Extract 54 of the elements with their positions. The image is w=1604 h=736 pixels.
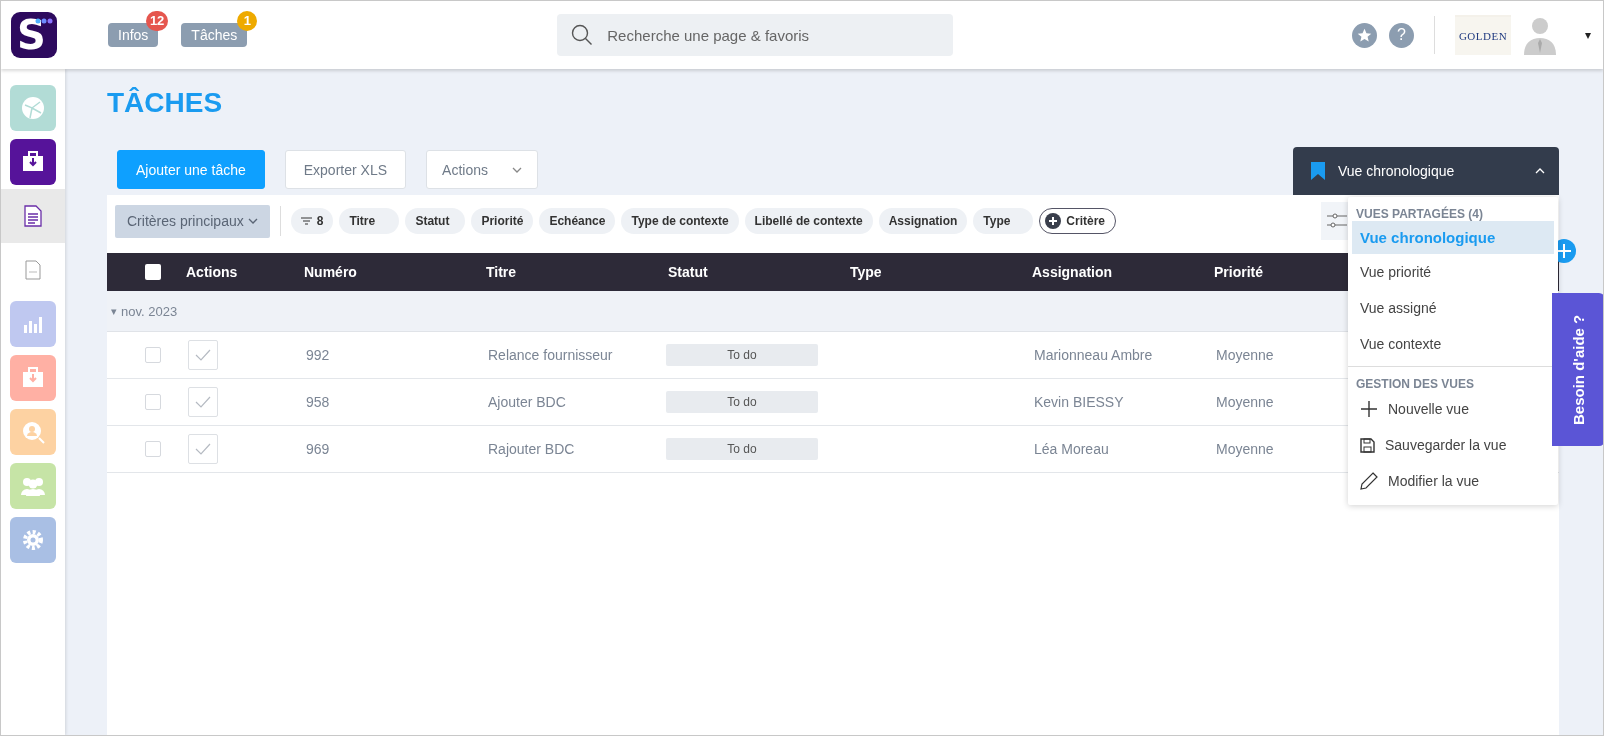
- filter-chip[interactable]: Type: [973, 208, 1034, 234]
- count-badge: 12: [145, 11, 169, 31]
- table-cell-text: 969: [305, 441, 330, 457]
- status-badge: To do: [666, 344, 818, 366]
- table-cell-text: 992: [305, 347, 330, 363]
- filter-chip[interactable]: Statut: [405, 208, 466, 234]
- help-tab[interactable]: Besoin d'aide ?: [1552, 293, 1603, 446]
- app-logo[interactable]: S: [11, 12, 57, 58]
- column-header[interactable]: Priorité: [1210, 264, 1263, 280]
- filter-count-chip[interactable]: 8: [290, 208, 334, 234]
- column-header[interactable]: Numéro: [300, 264, 357, 280]
- menu-item[interactable]: Sauvegarder la vue: [1352, 427, 1554, 463]
- menu-item[interactable]: Vue priorité: [1352, 254, 1554, 290]
- filter-chip[interactable]: Libellé de contexte: [744, 208, 873, 234]
- table-cell-text: Rajouter BDC: [487, 441, 575, 457]
- group-label: nov. 2023: [121, 303, 178, 319]
- column-header[interactable]: Type: [846, 264, 882, 280]
- page-title: TÂCHES: [107, 86, 224, 120]
- menu-caret[interactable]: ▾: [1585, 28, 1591, 42]
- view-selector[interactable]: Vue chronologique: [1293, 147, 1559, 195]
- menu-item[interactable]: Vue assigné: [1352, 290, 1554, 326]
- actions-dropdown[interactable]: Actions: [426, 150, 538, 189]
- search-input[interactable]: Recherche une page & favoris: [605, 25, 930, 45]
- table-cell-text: Moyenne: [1215, 347, 1274, 363]
- filter-chip[interactable]: Type de contexte: [621, 208, 739, 234]
- column-header[interactable]: Actions: [182, 264, 238, 280]
- menu-heading: GESTION DES VUES: [1355, 376, 1476, 391]
- status-badge: To do: [666, 438, 818, 460]
- filter-chip[interactable]: Echéance: [539, 208, 616, 234]
- column-header[interactable]: Titre: [482, 264, 517, 280]
- table-cell-text: Relance fournisseur: [487, 347, 613, 363]
- menu-item[interactable]: Vue contexte: [1352, 326, 1554, 362]
- count-badge: 1: [237, 11, 258, 31]
- table-cell-text: Moyenne: [1215, 394, 1274, 410]
- menu-item[interactable]: Nouvelle vue: [1352, 391, 1554, 427]
- column-header[interactable]: Assignation: [1028, 264, 1113, 280]
- add-criterion-button[interactable]: Critère: [1039, 208, 1116, 234]
- table-cell-text: Moyenne: [1215, 441, 1274, 457]
- company-logo: GOLDEN: [1455, 15, 1511, 55]
- menu-item[interactable]: Modifier la vue: [1352, 463, 1554, 499]
- status-badge: To do: [666, 391, 818, 413]
- table-cell-text: Ajouter BDC: [487, 394, 566, 410]
- export-button[interactable]: Exporter XLS: [284, 150, 406, 189]
- table-cell-text: Marionneau Ambre: [1033, 347, 1153, 363]
- menu-heading: VUES PARTAGÉES (4): [1355, 205, 1484, 221]
- table-cell-text: Kevin BIESSY: [1033, 394, 1124, 410]
- search-bar[interactable]: Recherche une page & favoris: [557, 14, 954, 56]
- table-cell-text: Léa Moreau: [1033, 441, 1109, 457]
- table-cell-text: 958: [305, 394, 330, 410]
- filter-chip[interactable]: Priorité: [471, 208, 534, 234]
- filter-chip[interactable]: Titre: [339, 208, 400, 234]
- filter-chip[interactable]: Assignation: [878, 208, 968, 234]
- criteria-dropdown[interactable]: Critères principaux: [115, 204, 270, 238]
- column-header[interactable]: Statut: [664, 264, 708, 280]
